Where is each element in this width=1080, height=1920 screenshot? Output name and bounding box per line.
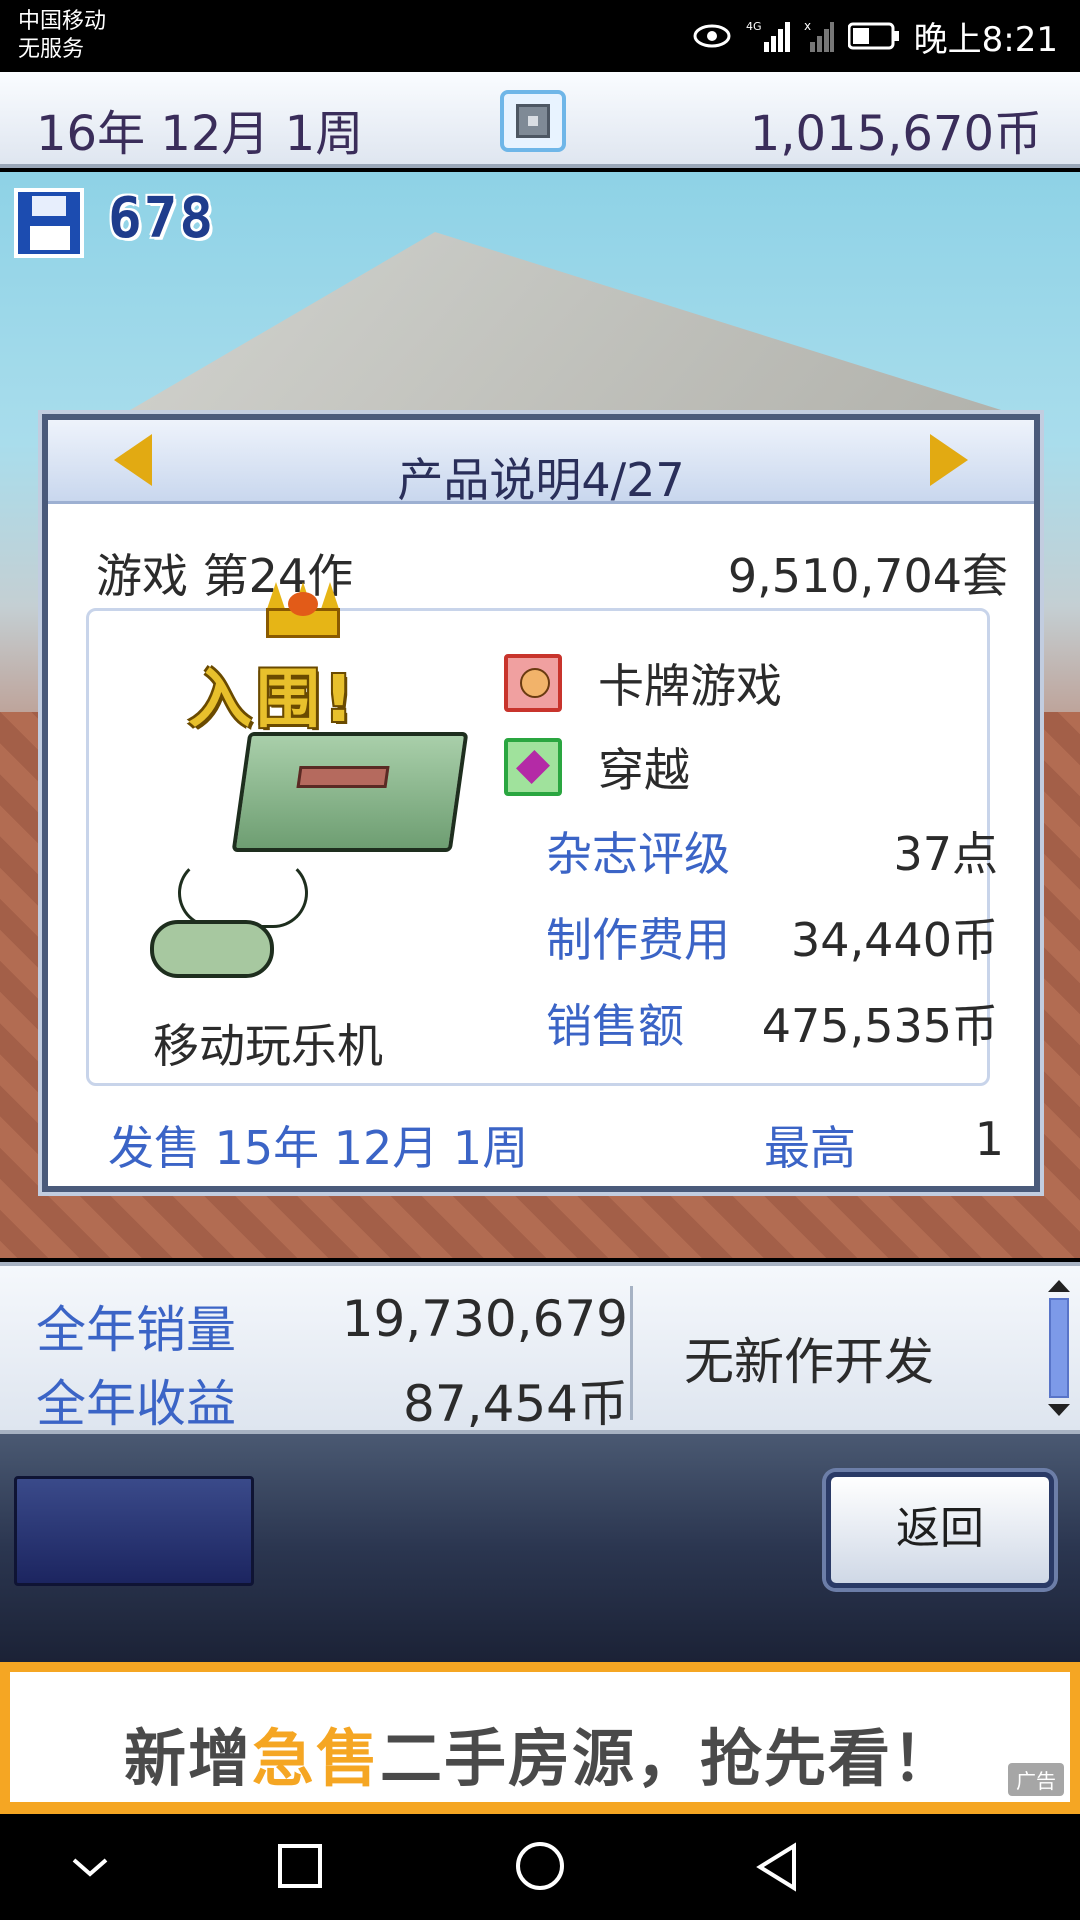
panel-header: 产品说明4/27	[48, 420, 1034, 507]
status-icons: 4G x 晚上8:21	[692, 14, 1058, 60]
peak-rank: 1	[974, 1112, 1004, 1166]
camera-icon[interactable]	[500, 90, 566, 152]
control-area: 返回	[0, 1434, 1080, 1662]
yearly-revenue-value: 87,454币	[403, 1375, 628, 1433]
product-description-panel: 产品说明4/27 游戏 第24作 9,510,704套 入围! 移动玩乐机 卡牌…	[42, 414, 1040, 1192]
panel-title: 产品说明4/27	[397, 453, 685, 507]
yearly-revenue-label: 全年收益	[36, 1375, 236, 1433]
recent-apps-icon[interactable]	[270, 1840, 330, 1894]
game-console-icon	[210, 732, 470, 872]
yearly-sales-value: 19,730,679	[341, 1290, 628, 1348]
carrier-name: 中国移动	[18, 9, 107, 34]
ad-text-prefix: 新增	[123, 1722, 252, 1795]
theme-icon	[504, 738, 562, 796]
scroll-up-icon[interactable]	[1048, 1280, 1070, 1292]
ad-text-suffix: 二手房源，抢先看！	[380, 1722, 957, 1795]
stat-label-cost: 制作费用	[546, 913, 730, 967]
units-sold: 9,510,704套	[727, 549, 1008, 603]
controller-cable	[178, 858, 308, 928]
clock: 晚上8:21	[913, 19, 1058, 60]
svg-text:4G: 4G	[746, 20, 762, 33]
scrollbar[interactable]	[1048, 1280, 1070, 1424]
battery-icon	[847, 22, 899, 50]
stat-label-rating: 杂志评级	[546, 827, 730, 881]
stat-value-cost: 34,440币	[791, 913, 998, 967]
status-bar: 中国移动 无服务 4G x 晚上8:21	[0, 0, 1080, 72]
nomination-badge: 入围!	[188, 663, 358, 737]
eye-icon	[693, 24, 731, 48]
controller-icon	[150, 920, 274, 978]
crown-icon	[266, 582, 340, 640]
yearly-sales-label: 全年销量	[36, 1301, 236, 1359]
genre-icon	[504, 654, 562, 712]
back-icon[interactable]	[750, 1840, 810, 1894]
floppy-disk-icon[interactable]	[14, 188, 84, 258]
console-name: 移动玩乐机	[153, 1019, 383, 1073]
no-signal-icon: x	[804, 19, 834, 52]
theme-label: 穿越	[598, 743, 690, 797]
back-button[interactable]: 返回	[826, 1472, 1054, 1588]
menu-button[interactable]	[14, 1476, 254, 1586]
divider	[630, 1286, 633, 1420]
system-nav-bar	[0, 1814, 1080, 1920]
chevron-down-icon[interactable]	[60, 1840, 120, 1894]
service-status: 无服务	[18, 37, 85, 62]
release-date: 发售 15年 12月 1周	[108, 1121, 529, 1175]
money-display: 1,015,670币	[749, 106, 1042, 162]
top-info-bar: 16年 12月 1周 1,015,670币	[0, 72, 1080, 168]
stat-value-rating: 37点	[893, 827, 998, 881]
ad-banner[interactable]: 新增急售二手房源，抢先看！ 广告	[0, 1662, 1080, 1814]
yearly-stats-bar: 全年销量 19,730,679 全年收益 87,454币 无新作开发	[0, 1262, 1080, 1434]
save-count: 678	[108, 186, 216, 251]
genre-label: 卡牌游戏	[598, 659, 782, 713]
ad-text-highlight: 急售	[251, 1722, 380, 1795]
ad-label: 广告	[1008, 1763, 1064, 1796]
scroll-down-icon[interactable]	[1048, 1404, 1070, 1416]
scroll-thumb[interactable]	[1049, 1298, 1069, 1398]
ad-text[interactable]: 新增急售二手房源，抢先看！	[10, 1708, 1070, 1798]
stat-label-revenue: 销售额	[546, 999, 684, 1053]
stat-value-revenue: 475,535币	[761, 999, 998, 1053]
svg-text:x: x	[804, 19, 811, 33]
signal-4g-icon: 4G	[746, 20, 790, 52]
next-arrow-icon[interactable]	[930, 434, 968, 486]
game-date: 16年 12月 1周	[36, 106, 364, 162]
peak-label: 最高	[764, 1121, 856, 1175]
carrier-info: 中国移动 无服务	[18, 8, 106, 64]
home-icon[interactable]	[510, 1840, 570, 1894]
development-status: 无新作开发	[684, 1333, 934, 1391]
